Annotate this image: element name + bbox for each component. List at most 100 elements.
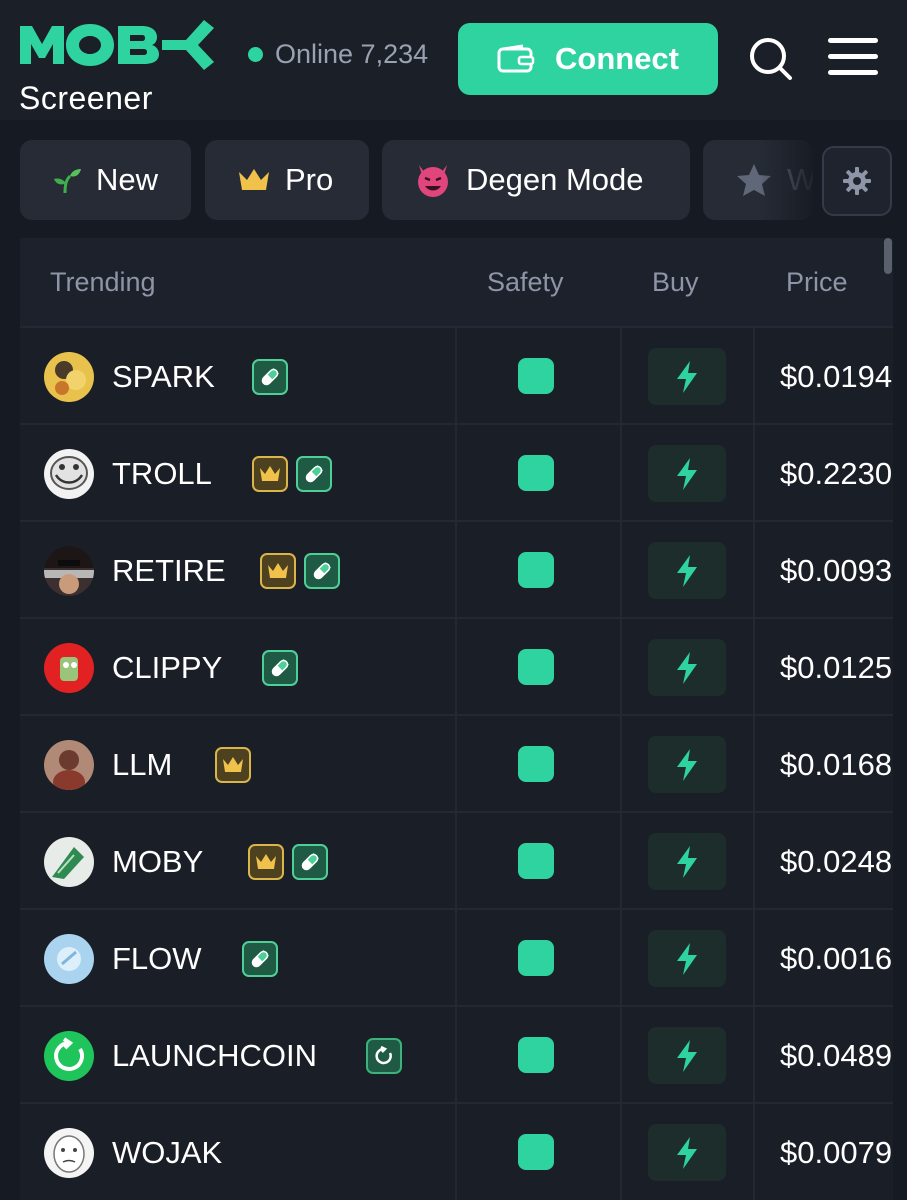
pill-badge-icon [296,456,332,492]
safety-indicator[interactable] [518,649,554,685]
table-row[interactable]: LAUNCHCOIN $0.0489 [20,1005,893,1102]
safety-indicator[interactable] [518,746,554,782]
safety-indicator[interactable] [518,1037,554,1073]
safety-indicator[interactable] [518,940,554,976]
column-header-buy[interactable]: Buy [652,238,699,326]
wallet-icon [497,44,535,73]
buy-button[interactable] [648,1124,726,1181]
buy-button[interactable] [648,542,726,599]
token-badges [262,650,298,686]
gear-icon [843,167,871,195]
token-name: CLIPPY [112,649,223,685]
token-name: SPARK [112,358,215,394]
buy-button[interactable] [648,833,726,890]
lightning-icon [677,651,697,684]
crown-badge-icon [248,844,284,880]
lightning-icon [677,748,697,781]
token-avatar [44,1031,94,1081]
token-price: $0.0489 [780,1037,893,1073]
pill-badge-icon [252,359,288,395]
token-avatar [44,837,94,887]
crown-badge-icon [252,456,288,492]
online-status: Online 7,234 [248,36,428,72]
token-name: LLM [112,746,173,782]
column-header-safety[interactable]: Safety [487,238,564,326]
pill-badge-icon [242,941,278,977]
online-dot-icon [248,46,263,62]
token-name: LAUNCHCOIN [112,1037,317,1073]
crown-badge-icon [215,747,251,783]
launch-badge-icon [366,1038,402,1074]
buy-button[interactable] [648,1027,726,1084]
buy-button[interactable] [648,930,726,987]
table-row[interactable]: FLOW $0.0016 [20,908,893,1005]
token-price: $0.0093 [780,552,893,588]
safety-indicator[interactable] [518,843,554,879]
token-name: WOJAK [112,1134,223,1170]
token-avatar [44,740,94,790]
token-price: $0.0016 [780,940,893,976]
token-badges [252,359,288,395]
buy-button[interactable] [648,736,726,793]
table-row[interactable]: SPARK $0.0194 [20,326,893,423]
table-header: Trending Safety Buy Price [20,238,893,326]
filter-new[interactable]: New [20,140,191,220]
trending-table: Trending Safety Buy Price SPARK $0.0194 TR… [20,238,893,1200]
token-avatar [44,352,94,402]
safety-indicator[interactable] [518,455,554,491]
token-name: TROLL [112,455,212,491]
filter-degen-mode[interactable]: Degen Mode [382,140,690,220]
token-badges [242,941,278,977]
filter-degen-label: Degen Mode [466,162,644,197]
safety-indicator[interactable] [518,1134,554,1170]
filter-new-label: New [96,162,159,197]
lightning-icon [677,942,697,975]
lightning-icon [677,845,697,878]
filter-pro[interactable]: Pro [205,140,369,220]
lightning-icon [677,1136,697,1169]
connect-button[interactable]: Connect [458,23,718,95]
column-header-trending[interactable]: Trending [50,238,156,326]
column-header-price[interactable]: Price [786,238,848,326]
token-badges [215,747,251,783]
table-row[interactable]: RETIRE $0.0093 [20,520,893,617]
buy-button[interactable] [648,639,726,696]
buy-button[interactable] [648,445,726,502]
settings-button[interactable] [822,146,892,216]
pill-badge-icon [292,844,328,880]
buy-button[interactable] [648,348,726,405]
lightning-icon [677,1039,697,1072]
table-row[interactable]: WOJAK $0.0079 [20,1102,893,1199]
logo-subtitle: Screener [19,80,153,116]
safety-indicator[interactable] [518,358,554,394]
devil-icon [418,165,448,197]
table-scrollbar[interactable] [884,238,892,274]
crown-badge-icon [260,553,296,589]
online-count: Online 7,234 [275,38,429,69]
token-price: $0.0194 [780,358,893,394]
search-icon[interactable] [748,36,794,82]
token-price: $0.0168 [780,746,893,782]
token-price: $0.0079 [780,1134,893,1170]
moby-logo[interactable]: Screener [18,18,218,114]
filter-pro-label: Pro [285,162,334,197]
chip-fade-overlay [760,140,820,220]
token-price: $0.2230 [780,455,893,491]
table-row[interactable]: MOBY $0.0248 [20,811,893,908]
menu-icon[interactable] [828,38,878,76]
token-badges [248,844,328,880]
table-row[interactable]: CLIPPY $0.0125 [20,617,893,714]
safety-indicator[interactable] [518,552,554,588]
token-avatar [44,643,94,693]
token-name: MOBY [112,843,204,879]
token-avatar [44,546,94,596]
lightning-icon [677,554,697,587]
lightning-icon [677,360,697,393]
table-row[interactable]: TROLL $0.2230 [20,423,893,520]
table-row[interactable]: LLM $0.0168 [20,714,893,811]
app-header: Screener Online 7,234 Connect [0,0,907,120]
connect-label: Connect [555,41,679,76]
token-badges [366,1038,402,1074]
pill-badge-icon [304,553,340,589]
filter-bar: New Pro Degen Mode W [0,120,907,238]
